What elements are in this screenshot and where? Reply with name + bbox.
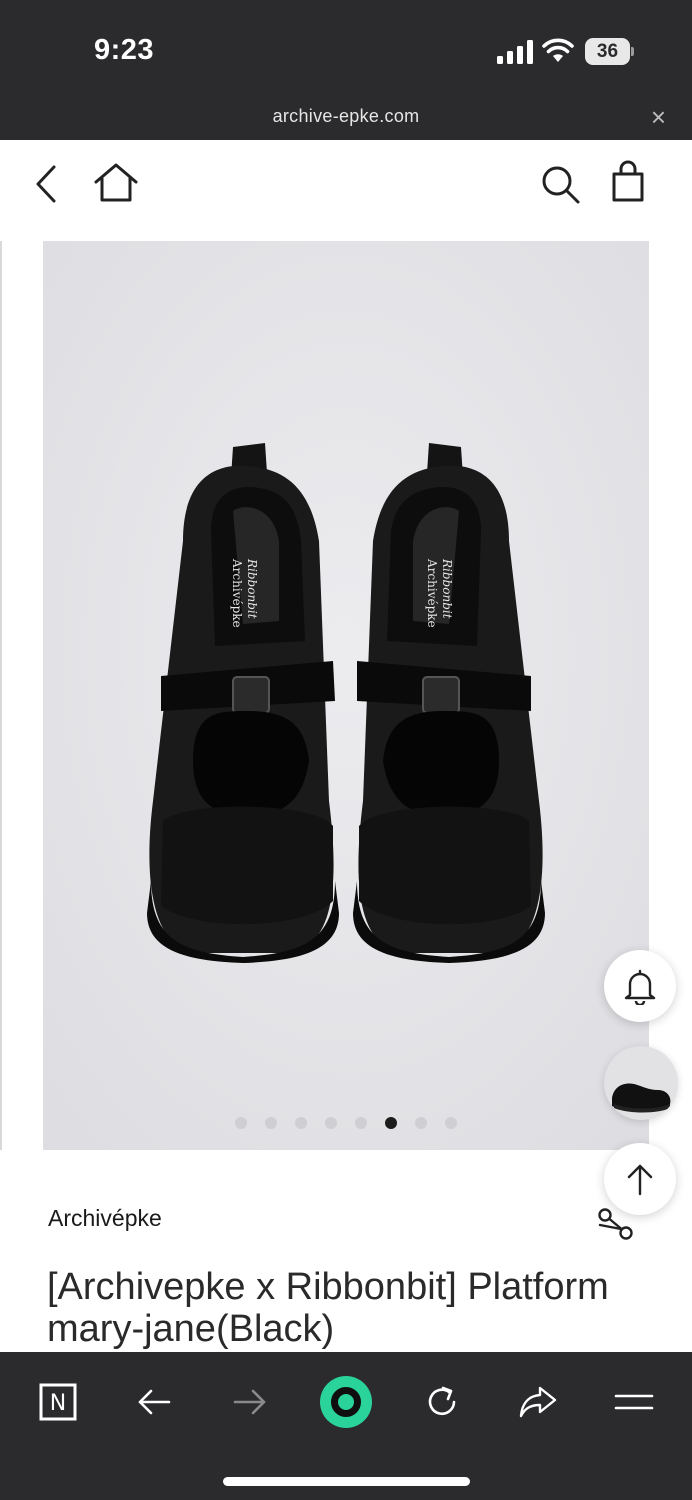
- home-indicator[interactable]: [223, 1477, 470, 1486]
- reload-icon: [428, 1386, 456, 1416]
- browser-home-icon: [320, 1376, 372, 1428]
- notion-label: N: [50, 1391, 66, 1416]
- shoe-thumbnail-icon: [612, 1083, 671, 1113]
- signal-icon: [497, 40, 533, 64]
- insole-logo-right: Ribbonbit: [440, 558, 454, 619]
- battery-level: 36: [585, 38, 630, 65]
- url-bar[interactable]: archive-epke.com ×: [0, 96, 692, 140]
- status-time: 9:23: [94, 34, 155, 66]
- carousel-dot[interactable]: [325, 1117, 337, 1129]
- product-image[interactable]: Ribbonbit Archivépke Ribbonbit Archivépk…: [43, 241, 649, 1150]
- search-icon[interactable]: [540, 164, 582, 206]
- menu-icon: [614, 1394, 654, 1410]
- back-arrow-icon: [138, 1389, 171, 1415]
- carousel-dot[interactable]: [415, 1117, 427, 1129]
- carousel-dot[interactable]: [355, 1117, 367, 1129]
- forward-arrow-icon: [233, 1389, 266, 1415]
- svg-text:Archivépke: Archivépke: [230, 558, 244, 628]
- status-bar: 9:23 36: [0, 0, 692, 96]
- bell-icon: [624, 969, 656, 1005]
- url-text[interactable]: archive-epke.com: [0, 106, 692, 127]
- carousel-dot[interactable]: [295, 1117, 307, 1129]
- share-icon[interactable]: [596, 1205, 636, 1243]
- carousel-dot[interactable]: [235, 1117, 247, 1129]
- forward-button[interactable]: [222, 1374, 278, 1430]
- carousel-dot[interactable]: [445, 1117, 457, 1129]
- site-header: [0, 140, 692, 232]
- back-button[interactable]: [126, 1374, 182, 1430]
- menu-button[interactable]: [606, 1374, 662, 1430]
- wifi-icon: [542, 38, 574, 62]
- close-icon[interactable]: ×: [651, 102, 666, 133]
- carousel-dots: [43, 1117, 649, 1129]
- carousel-dot[interactable]: [265, 1117, 277, 1129]
- scroll-top-icon: [627, 1164, 653, 1196]
- product-photo: Ribbonbit Archivépke Ribbonbit Archivépk…: [43, 241, 649, 1150]
- recent-product-thumbnail[interactable]: [604, 1046, 678, 1120]
- adjacent-slide-edge: [0, 241, 2, 1150]
- browser-home-button[interactable]: [318, 1374, 374, 1430]
- carousel-dot[interactable]: [385, 1117, 397, 1129]
- notification-button[interactable]: [604, 950, 676, 1022]
- product-brand[interactable]: Archivépke: [48, 1205, 162, 1232]
- home-icon[interactable]: [92, 162, 140, 204]
- back-icon[interactable]: [32, 164, 60, 204]
- share-arrow-icon: [519, 1386, 557, 1418]
- battery-icon: 36: [585, 38, 635, 65]
- notion-icon: N: [39, 1383, 77, 1421]
- svg-text:Archivépke: Archivépke: [425, 558, 439, 628]
- share-page-button[interactable]: [510, 1374, 566, 1430]
- product-title: [Archivepke x Ribbonbit] Platform mary-j…: [47, 1266, 609, 1350]
- reload-button[interactable]: [414, 1374, 470, 1430]
- notion-button[interactable]: N: [30, 1374, 86, 1430]
- shopping-bag-icon[interactable]: [610, 160, 646, 204]
- insole-logo-left: Ribbonbit: [245, 558, 259, 619]
